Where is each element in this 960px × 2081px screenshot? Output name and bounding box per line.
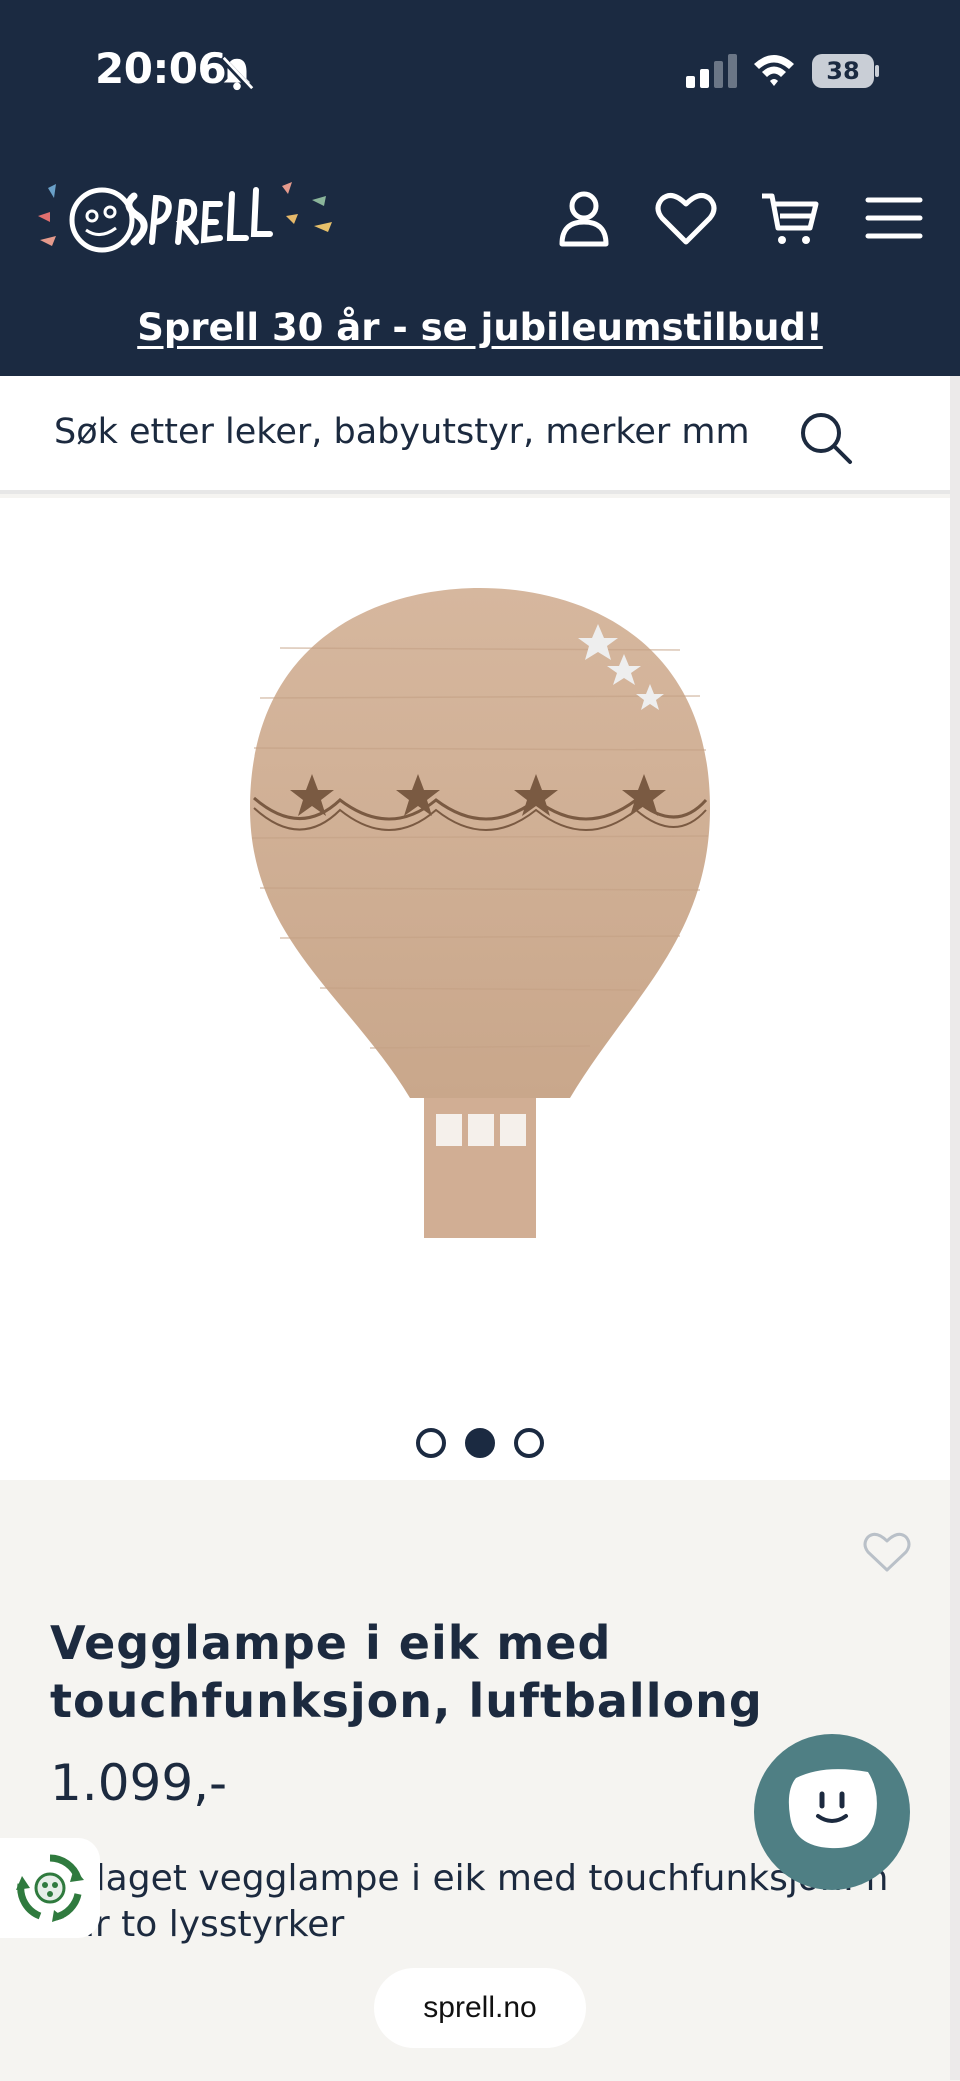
product-price: 1.099,-	[50, 1754, 228, 1812]
site-header: 20:06 38 Sprell 30 år - se jubileumstilb…	[0, 0, 960, 376]
chat-face-icon	[788, 1769, 877, 1849]
gallery-dot-3[interactable]	[514, 1428, 544, 1458]
gallery-dot-1[interactable]	[416, 1428, 446, 1458]
scrollbar[interactable]	[950, 376, 960, 2080]
battery-icon: 38	[812, 54, 879, 88]
status-time: 20:06	[95, 44, 227, 93]
eco-badge[interactable]	[0, 1838, 100, 1938]
product-title: Vegglampe i eik med touchfunksjon, luftb…	[50, 1616, 763, 1728]
heart-icon[interactable]	[654, 186, 718, 250]
search-icon[interactable]	[798, 410, 854, 466]
promo-link[interactable]: Sprell 30 år - se jubileumstilbud!	[0, 306, 960, 349]
chat-button[interactable]	[754, 1734, 910, 1890]
favorite-icon[interactable]	[862, 1528, 912, 1574]
recycle-icon	[16, 1854, 84, 1922]
gallery-dot-2[interactable]	[465, 1428, 495, 1458]
search-input[interactable]: Søk etter leker, babyutstyr, merker mm	[54, 412, 774, 452]
sprell-logo[interactable]	[34, 176, 360, 258]
battery-level: 38	[826, 57, 860, 85]
menu-icon[interactable]	[862, 186, 926, 250]
user-icon[interactable]	[552, 186, 616, 250]
wifi-icon	[754, 55, 794, 86]
bell-muted-icon	[219, 55, 255, 92]
signal-icon	[686, 54, 737, 88]
cart-icon[interactable]	[758, 186, 822, 250]
product-gallery[interactable]	[0, 498, 960, 1480]
product-image[interactable]	[240, 538, 720, 1318]
browser-url-bar[interactable]: sprell.no	[374, 1968, 586, 2048]
